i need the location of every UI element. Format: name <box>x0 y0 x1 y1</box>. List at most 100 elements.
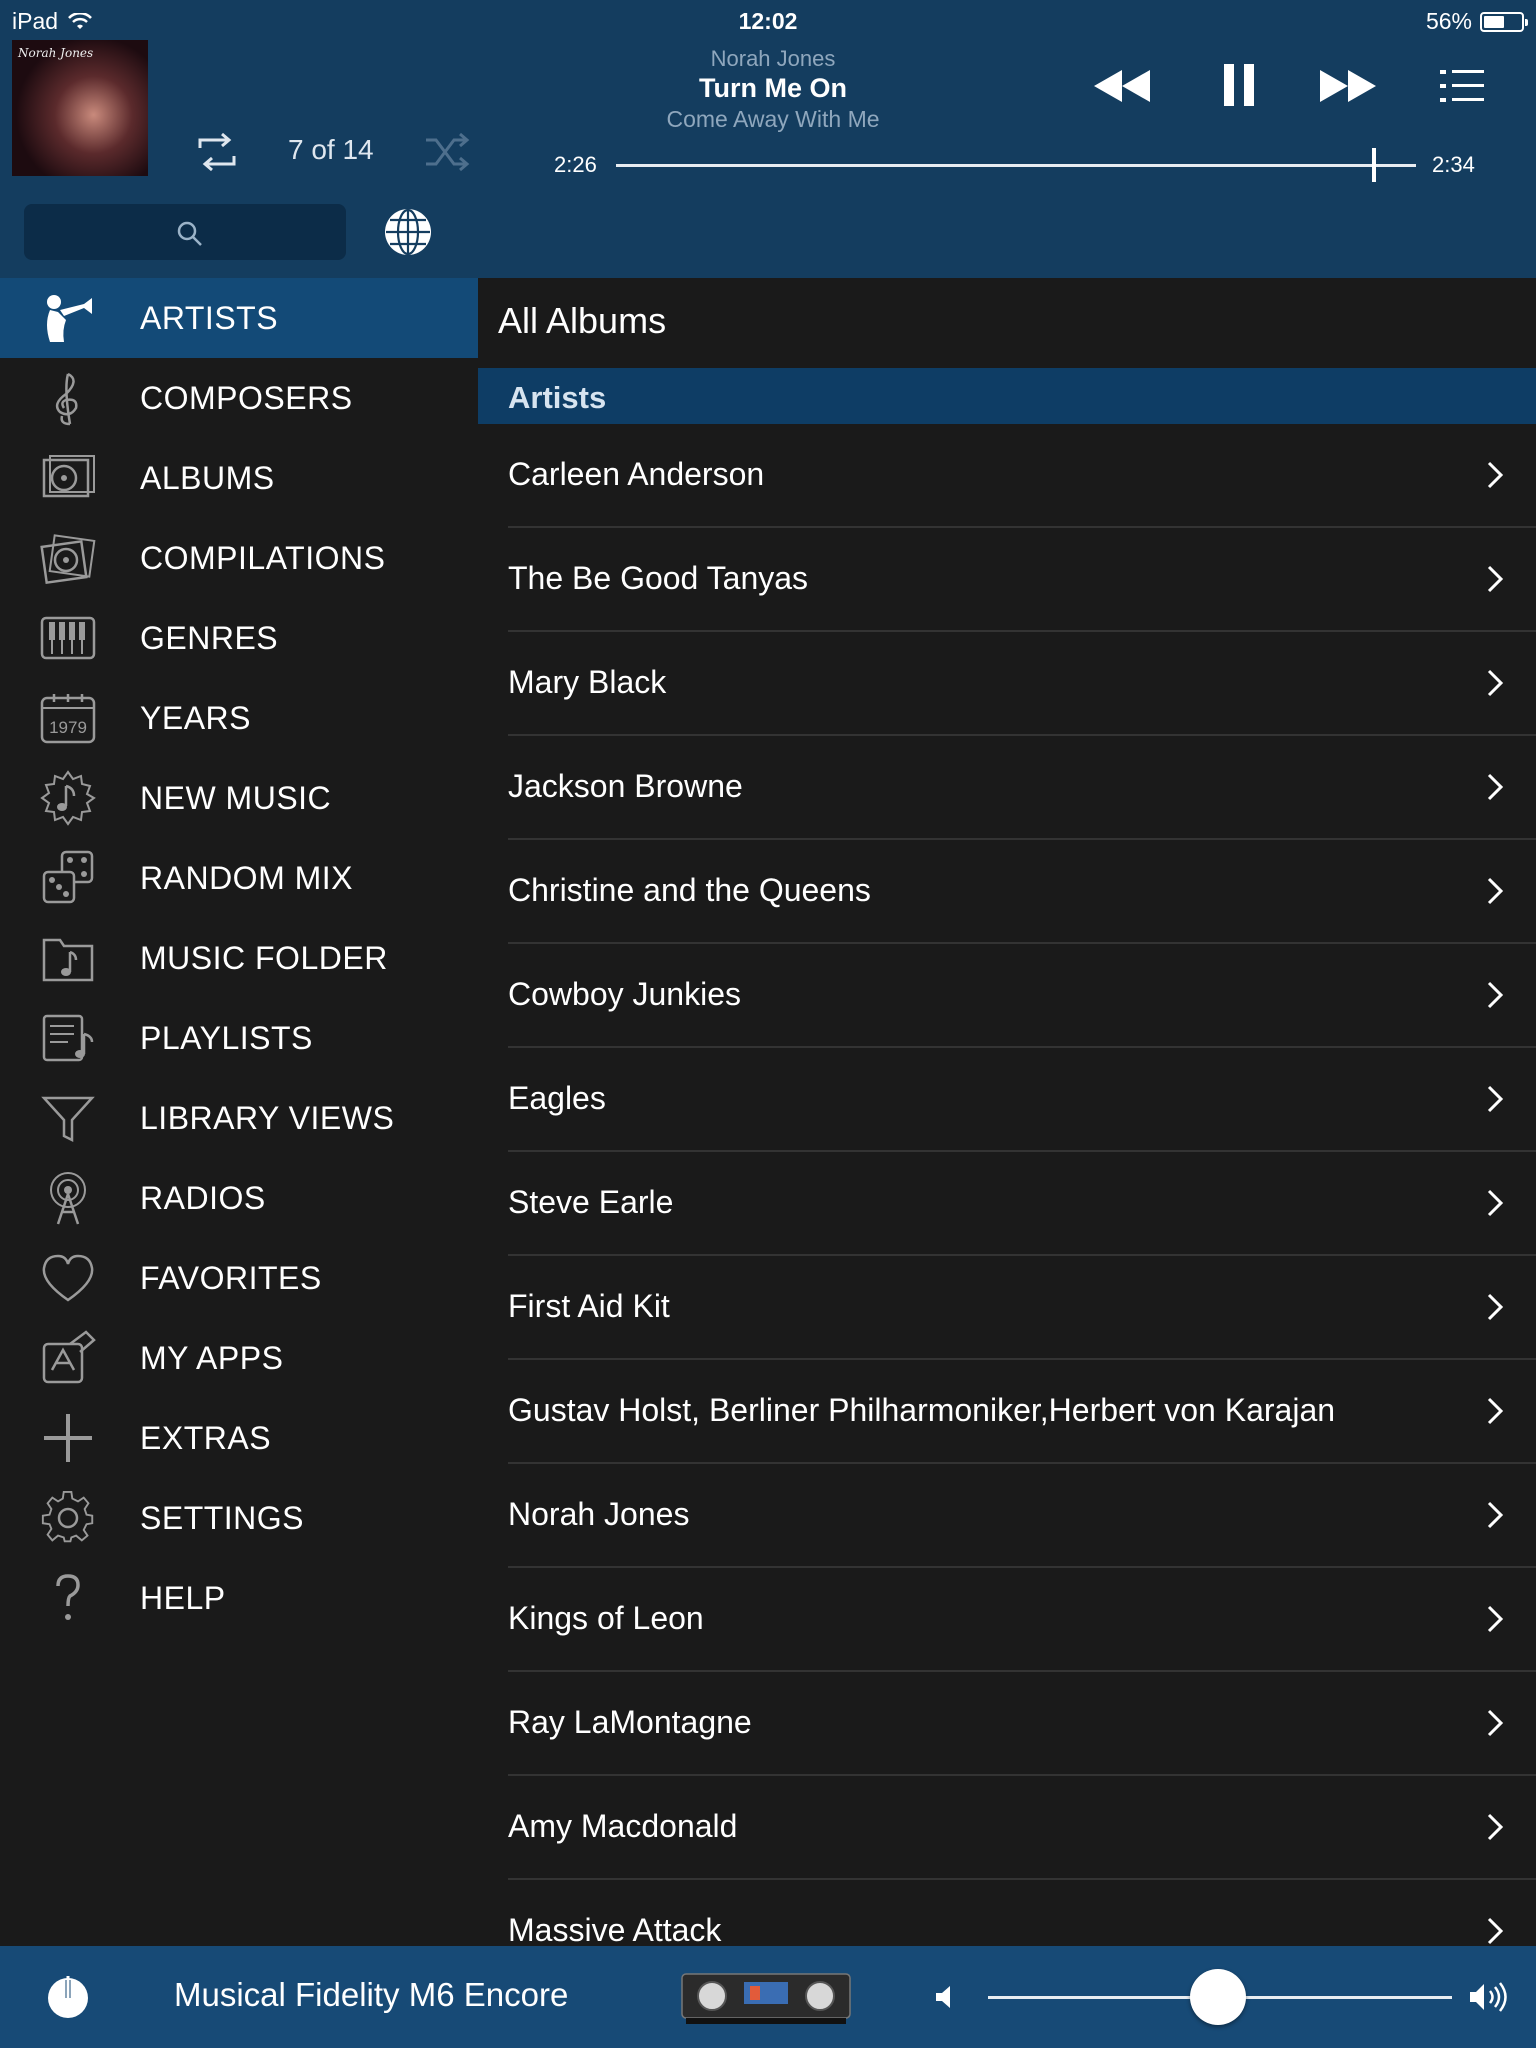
page-title: All Albums <box>498 300 667 341</box>
chevron-right-icon <box>1487 1189 1504 1217</box>
sidebar-item-label: ALBUMS <box>140 459 275 496</box>
artist-row[interactable]: First Aid Kit <box>508 1256 1536 1360</box>
section-header-label: Artists <box>508 380 607 415</box>
chevron-right-icon <box>1487 461 1504 489</box>
artist-name: Steve Earle <box>508 1184 674 1220</box>
globe-icon[interactable] <box>382 206 434 258</box>
sidebar-item-albums[interactable]: ALBUMS <box>0 438 478 518</box>
search-input[interactable] <box>24 204 346 260</box>
sidebar-item-label: COMPOSERS <box>140 379 353 416</box>
sidebar-item-playlists[interactable]: PLAYLISTS <box>0 998 478 1078</box>
device-name[interactable]: Musical Fidelity M6 Encore <box>174 1976 568 2014</box>
sidebar-item-settings[interactable]: SETTINGS <box>0 1478 478 1558</box>
funnel-icon <box>41 1096 95 1143</box>
chevron-right-icon <box>1487 1085 1504 1113</box>
artist-row[interactable]: Norah Jones <box>508 1464 1536 1568</box>
music-folder-icon <box>42 938 94 982</box>
artist-name: Norah Jones <box>508 1496 690 1532</box>
artist-row[interactable]: Jackson Browne <box>508 736 1536 840</box>
sidebar-item-my-apps[interactable]: MY APPS <box>0 1318 478 1398</box>
sidebar-item-music-folder[interactable]: MUSIC FOLDER <box>0 918 478 998</box>
battery-icon <box>1480 11 1528 32</box>
plus-icon <box>44 1414 92 1462</box>
queue-list-icon[interactable] <box>1438 66 1486 106</box>
chevron-right-icon <box>1487 1501 1504 1529</box>
sidebar-item-label: LIBRARY VIEWS <box>140 1099 395 1136</box>
volume-slider[interactable] <box>988 1969 1452 2025</box>
artist-row[interactable]: Ray LaMontagne <box>508 1672 1536 1776</box>
chevron-right-icon <box>1487 669 1504 697</box>
radio-tower-icon <box>50 1172 86 1225</box>
search-icon <box>177 221 202 246</box>
sidebar-item-composers[interactable]: COMPOSERS <box>0 358 478 438</box>
pause-icon[interactable] <box>1222 62 1256 108</box>
artist-row[interactable]: Massive Attack <box>508 1880 1536 1946</box>
question-icon <box>56 1574 80 1620</box>
artist-name: Jackson Browne <box>508 768 743 804</box>
chevron-right-icon <box>1487 877 1504 905</box>
chevron-right-icon <box>1487 1709 1504 1737</box>
dice-icon <box>42 850 94 904</box>
shuffle-icon[interactable] <box>422 130 472 174</box>
piano-keys-icon <box>40 616 96 660</box>
rewind-icon[interactable] <box>1092 66 1152 106</box>
chevron-right-icon <box>1487 565 1504 593</box>
status-bar: iPad 12:02 56% <box>0 0 1536 40</box>
sidebar-item-random-mix[interactable]: RANDOM MIX <box>0 838 478 918</box>
artist-row[interactable]: Cowboy Junkies <box>508 944 1536 1048</box>
sidebar-item-years[interactable]: 1979 YEARS <box>0 678 478 758</box>
artist-row[interactable]: Gustav Holst, Berliner Philharmoniker,He… <box>508 1360 1536 1464</box>
now-playing-title: Turn Me On <box>699 73 847 103</box>
sidebar-item-label: RANDOM MIX <box>140 859 353 896</box>
artist-row[interactable]: Christine and the Queens <box>508 840 1536 944</box>
sidebar-item-genres[interactable]: GENRES <box>0 598 478 678</box>
repeat-icon[interactable] <box>192 130 242 174</box>
battery-percent: 56% <box>1425 8 1472 34</box>
artist-row[interactable]: Amy Macdonald <box>508 1776 1536 1880</box>
fast-forward-icon[interactable] <box>1318 66 1378 106</box>
artist-row[interactable]: Mary Black <box>508 632 1536 736</box>
chevron-right-icon <box>1487 1813 1504 1841</box>
chevron-right-icon <box>1487 981 1504 1009</box>
playlist-icon <box>42 1014 94 1062</box>
sidebar-nav: ARTISTS COMPOSERS ALBUMS COMPILATIONS GE… <box>0 278 478 1946</box>
sidebar-item-label: GENRES <box>140 619 279 656</box>
artist-list-panel: All Albums Artists Carleen Anderson The B… <box>478 278 1536 1946</box>
new-music-badge-icon <box>40 770 96 826</box>
calendar-year: 1979 <box>49 718 87 737</box>
sidebar-item-label: COMPILATIONS <box>140 539 386 576</box>
now-playing-header: iPad 12:02 56% Norah Jones 7 of 14 Norah… <box>0 0 1536 278</box>
sidebar-item-radios[interactable]: RADIOS <box>0 1158 478 1238</box>
total-time: 2:34 <box>1432 152 1475 177</box>
volume-low-icon[interactable] <box>934 1984 958 2010</box>
artist-row[interactable]: The Be Good Tanyas <box>508 528 1536 632</box>
artist-row[interactable]: Eagles <box>508 1048 1536 1152</box>
sidebar-item-help[interactable]: HELP <box>0 1558 478 1638</box>
apps-icon <box>42 1330 96 1384</box>
album-icon <box>42 455 95 498</box>
artist-name: Massive Attack <box>508 1912 722 1946</box>
sidebar-item-compilations[interactable]: COMPILATIONS <box>0 518 478 598</box>
sidebar-item-label: HELP <box>140 1579 226 1616</box>
volume-thumb[interactable] <box>1189 1969 1246 2025</box>
sidebar-item-favorites[interactable]: FAVORITES <box>0 1238 478 1318</box>
artist-name: Kings of Leon <box>508 1600 704 1636</box>
progress-slider[interactable] <box>616 148 1416 182</box>
sidebar-item-library-views[interactable]: LIBRARY VIEWS <box>0 1078 478 1158</box>
clock: 12:02 <box>738 8 798 34</box>
artist-row[interactable]: Carleen Anderson <box>508 424 1536 528</box>
artist-row[interactable]: Steve Earle <box>508 1152 1536 1256</box>
sidebar-item-label: YEARS <box>140 699 251 736</box>
now-playing-album: Come Away With Me <box>666 106 880 132</box>
artist-name: Carleen Anderson <box>508 456 765 492</box>
artist-row[interactable]: Kings of Leon <box>508 1568 1536 1672</box>
chevron-right-icon <box>1487 773 1504 801</box>
volume-high-icon[interactable] <box>1468 1980 1512 2014</box>
power-icon[interactable] <box>44 1972 92 2020</box>
sidebar-item-artists[interactable]: ARTISTS <box>0 278 478 358</box>
sidebar-item-extras[interactable]: EXTRAS <box>0 1398 478 1478</box>
progress-thumb[interactable] <box>1372 148 1377 182</box>
sidebar-item-label: MUSIC FOLDER <box>140 939 388 976</box>
sidebar-item-label: FAVORITES <box>140 1259 322 1296</box>
sidebar-item-new-music[interactable]: NEW MUSIC <box>0 758 478 838</box>
